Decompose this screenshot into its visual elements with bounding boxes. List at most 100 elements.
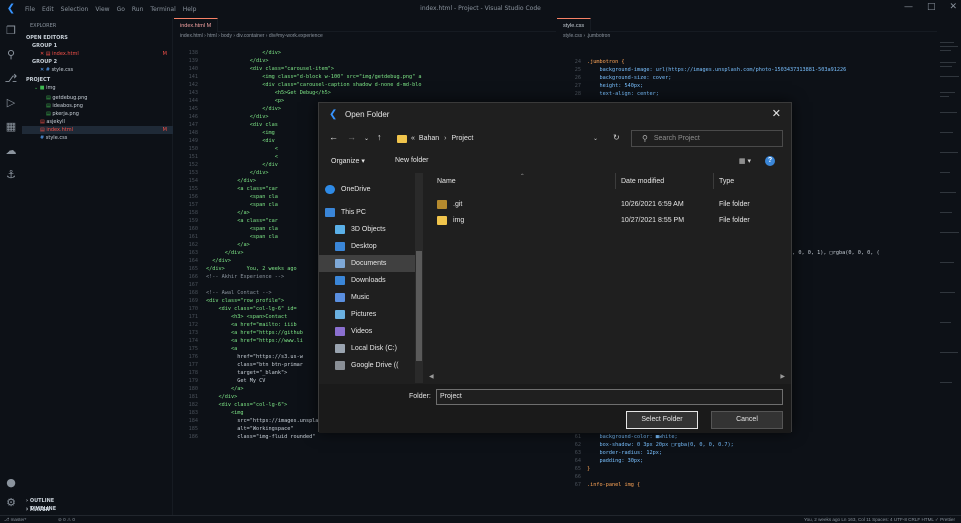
code-line[interactable]: <a href="mailto: iiib [206,321,297,329]
code-line[interactable]: </div> [206,249,244,257]
code-line[interactable]: </div> [206,177,256,185]
nav-item-local-disk-c[interactable]: Local Disk (C:) [319,340,419,357]
code-line[interactable]: background-size: cover; [587,74,671,82]
nav-item-3d-objects[interactable]: 3D Objects [319,221,419,238]
path-bahan[interactable]: Bahan [419,135,439,142]
code-line[interactable]: alt="Workingspace" [206,425,293,433]
code-line[interactable]: <a class="car [206,185,278,193]
code-line[interactable]: </div> [206,393,237,401]
code-line[interactable]: < [206,145,278,153]
file-item-style[interactable]: # style.css [40,134,191,142]
nav-item-documents[interactable]: Documents [319,255,419,272]
code-line[interactable]: box-shadow: 0 3px 20px □rgba(0, 0, 0, 0.… [587,441,733,449]
select-folder-button[interactable]: Select Folder [626,411,698,429]
nav-item-videos[interactable]: Videos [319,323,419,340]
help-icon[interactable]: ? [765,156,775,166]
run-debug-icon[interactable]: ▷ [4,96,18,110]
code-line[interactable]: <div class="col-lg-6"> [206,401,287,409]
navigation-scrollbar[interactable] [415,173,423,383]
code-line[interactable]: <div class="carousel-caption shadow d-no… [206,81,421,89]
minimap[interactable] [938,32,961,515]
source-control-icon[interactable]: ⎇ [4,72,18,86]
code-line[interactable]: Get My CV [206,377,265,385]
status-right[interactable]: You, 2 weeks ago Ln 163, Col 11 Spaces: … [804,516,955,523]
menu-help[interactable]: Help [183,6,197,13]
scroll-left-icon[interactable]: ◀ [429,373,434,380]
code-line[interactable]: <div class="row profile"> [206,297,284,305]
search-box[interactable]: ⚲ Search Project [631,130,783,147]
code-line[interactable]: <img [206,129,275,137]
group-2-label[interactable]: GROUP 2 [32,58,183,66]
code-line[interactable]: < [206,153,278,161]
tab-index-html[interactable]: index.html M [174,18,219,32]
code-line[interactable]: <h5>Get Debug</h5> [206,89,331,97]
account-icon[interactable]: ● [4,476,18,490]
horizontal-scrollbar[interactable]: ◀ ▶ [319,373,793,382]
code-line[interactable]: <img class="d-block w-100" src="img/getd… [206,73,421,81]
nav-item-desktop[interactable]: Desktop [319,238,419,255]
docker-icon[interactable]: ⚓ [4,168,18,182]
code-line[interactable]: <a [206,345,237,353]
open-editor-style[interactable]: ✕ # style.css [40,66,191,74]
code-line[interactable]: background-color: ■white; [587,433,677,441]
nav-item-this-pc[interactable]: This PC [319,204,419,221]
up-arrow-icon[interactable]: ↑ [377,132,382,142]
code-line[interactable]: <div [206,137,275,145]
code-line[interactable]: <span cla [206,233,278,241]
menu-edit[interactable]: Edit [42,6,54,13]
code-line[interactable]: .jumbotron { [587,58,624,66]
code-line[interactable]: <span cla [206,193,278,201]
code-line[interactable]: class="img-fluid rounded" [206,433,315,441]
open-editors-section[interactable]: OPEN EDITORS [26,34,177,42]
code-line[interactable]: padding: 30px; [587,457,643,465]
minimize-icon[interactable]: — [904,2,913,12]
column-divider[interactable] [615,173,616,189]
address-dropdown-icon[interactable]: ⌄ [593,135,598,142]
code-line[interactable]: <div clas [206,121,278,129]
scroll-right-icon[interactable]: ▶ [780,373,785,380]
address-bar[interactable]: « Bahan › Project [395,130,607,147]
nav-item-pictures[interactable]: Pictures [319,306,419,323]
tab-style-css[interactable]: style.css [557,18,592,32]
code-line[interactable]: height: 540px; [587,82,643,90]
code-line[interactable]: <!-- Akhir Experience --> [206,273,284,281]
open-editor-index[interactable]: ✕ ▤ index.html M [22,50,173,58]
code-line[interactable]: border-radius: 12px; [587,449,661,457]
back-arrow-icon[interactable]: ← [329,132,338,142]
column-type[interactable]: Type [719,178,734,185]
code-line[interactable]: <a href="https://github [206,329,303,337]
menu-selection[interactable]: Selection [61,6,89,13]
code-line[interactable]: target="_blank"> [206,369,287,377]
file-item-index[interactable]: ▤ index.html M [22,126,173,134]
explorer-icon[interactable]: ❐ [4,24,18,38]
folder-jekyll[interactable]: ▤ asjekyll [40,118,191,126]
file-row-img[interactable]: img 10/27/2021 8:55 PM File folder [427,213,791,229]
close-window-icon[interactable]: ✕ [949,2,957,12]
nav-item-google-drive[interactable]: Google Drive (( [319,357,419,374]
project-section[interactable]: PROJECT [26,76,177,84]
menu-file[interactable]: File [25,6,35,13]
outline-section[interactable]: › OUTLINE [26,497,177,505]
code-line[interactable]: href="https://s3.us-w [206,353,303,361]
nav-item-onedrive[interactable]: OneDrive [319,181,419,198]
refresh-icon[interactable]: ↻ [613,133,620,142]
menu-view[interactable]: View [95,6,109,13]
breadcrumb[interactable]: index.html › html › body › div.container… [174,32,556,41]
folder-name-input[interactable]: Project [436,389,783,405]
group-1-label[interactable]: GROUP 1 [32,42,183,50]
nav-item-music[interactable]: Music [319,289,419,306]
close-icon[interactable]: ✕ [772,107,781,120]
search-icon[interactable]: ⚲ [4,48,18,62]
code-line[interactable]: </div> You, 2 weeks ago [206,265,297,273]
code-line[interactable]: </a> [206,385,244,393]
code-line[interactable]: class="btn btn-primar [206,361,303,369]
file-row-git[interactable]: .git 10/26/2021 6:59 AM File folder [427,197,791,213]
branch-indicator[interactable]: ⎇ master* [4,516,26,523]
settings-gear-icon[interactable]: ⚙ [4,496,18,510]
code-line[interactable]: .info-panel img { [587,481,640,489]
folder-img[interactable]: ⌄ ■ img [34,84,185,92]
code-line[interactable]: <img [206,409,244,417]
scrollbar-thumb[interactable] [416,251,422,361]
code-line[interactable]: </div> [206,169,269,177]
code-line[interactable]: </div> [206,257,231,265]
